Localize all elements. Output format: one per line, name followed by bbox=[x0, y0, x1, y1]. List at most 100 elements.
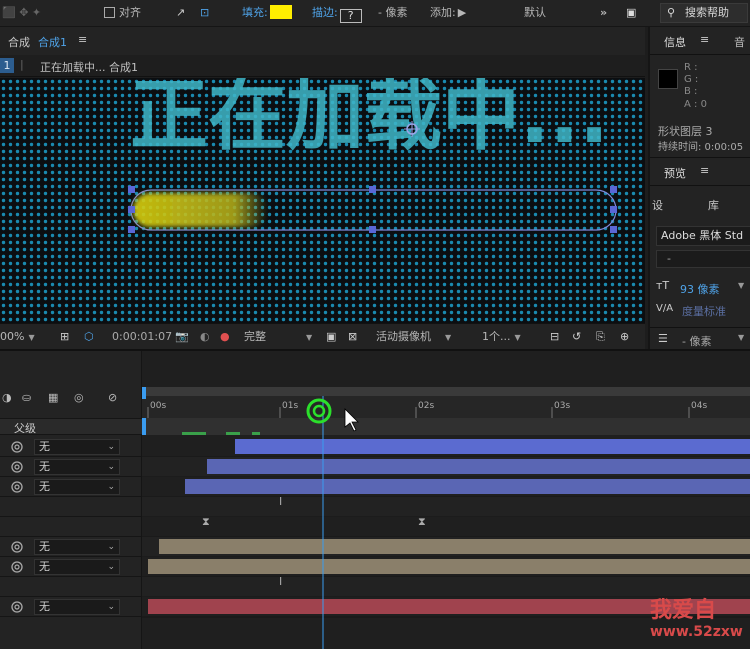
layer-row[interactable]: 无 ⌄ bbox=[0, 557, 142, 577]
parent-dropdown[interactable]: 无 ⌄ bbox=[34, 459, 120, 475]
layer-row[interactable] bbox=[0, 517, 142, 537]
comp-panel-menu-icon[interactable]: ≡ bbox=[78, 33, 87, 46]
pick-whip-icon[interactable] bbox=[10, 480, 24, 494]
work-area-bar[interactable] bbox=[142, 387, 750, 396]
font-size-value[interactable]: 93 像素 bbox=[680, 281, 720, 297]
layer-row[interactable]: 无 ⌄ bbox=[0, 537, 142, 557]
pick-whip-icon[interactable] bbox=[10, 460, 24, 474]
layer-duration-bar[interactable] bbox=[185, 479, 750, 494]
parent-value: 无 bbox=[39, 460, 50, 473]
comp-tab-name[interactable]: 合成1 bbox=[38, 34, 67, 50]
info-panel-menu-icon[interactable]: ≡ bbox=[700, 33, 709, 46]
composition-flowchart-icon[interactable]: ⊘ bbox=[108, 391, 117, 404]
reset-exposure-icon[interactable]: ↺ bbox=[572, 329, 581, 345]
layer-row[interactable] bbox=[0, 577, 142, 597]
graph-editor-icon[interactable]: ◎ bbox=[74, 391, 84, 404]
snap-grid-icon[interactable]: ⊡ bbox=[200, 5, 209, 21]
stroke-width-field[interactable]: - 像素 bbox=[682, 333, 711, 349]
views-dropdown[interactable]: 1个... ▼ bbox=[482, 329, 521, 345]
timecode[interactable]: 0:00:01:07 bbox=[112, 329, 172, 345]
layout-icon[interactable]: ⊟ bbox=[550, 329, 559, 345]
safe-zone-icon[interactable]: ⊞ bbox=[60, 329, 69, 345]
chevron-down-icon[interactable]: ▼ bbox=[738, 333, 744, 342]
pick-whip-icon[interactable] bbox=[10, 600, 24, 614]
layer-duration-bar[interactable] bbox=[159, 539, 750, 554]
layer-row[interactable]: 无 ⌄ bbox=[0, 457, 142, 477]
align-checkbox[interactable]: 对齐 bbox=[104, 5, 141, 21]
parent-dropdown[interactable]: 无 ⌄ bbox=[34, 479, 120, 495]
libraries-panel-tab[interactable]: 库 bbox=[708, 197, 719, 213]
fill-swatch[interactable] bbox=[269, 5, 292, 19]
layer-row[interactable] bbox=[0, 497, 142, 517]
preview-panel-title[interactable]: 预览 bbox=[664, 165, 686, 181]
workspace-toggle-icon[interactable]: ▣ bbox=[626, 5, 636, 21]
time-ruler[interactable] bbox=[142, 396, 750, 418]
flowchart-icon[interactable]: ⊕ bbox=[620, 329, 629, 345]
snap-icon[interactable]: ↗ bbox=[176, 5, 185, 21]
parent-dropdown[interactable]: 无 ⌄ bbox=[34, 559, 120, 575]
info-panel-title[interactable]: 信息 bbox=[664, 34, 686, 50]
character-panel-tab[interactable]: 设 bbox=[652, 197, 663, 213]
font-style-dropdown[interactable]: - bbox=[656, 250, 750, 268]
snapshot-icon[interactable]: 📷 bbox=[175, 329, 189, 345]
search-help-input[interactable]: ⚲ 搜索帮助 bbox=[660, 3, 748, 23]
pick-whip-icon[interactable] bbox=[10, 560, 24, 574]
audio-panel-tab[interactable]: 音 bbox=[734, 34, 745, 50]
viewer-canvas[interactable]: 正在加载中... bbox=[0, 78, 645, 323]
stroke-width-value[interactable]: - 像素 bbox=[378, 5, 407, 21]
camera-dropdown[interactable]: 活动摄像机 ▼ bbox=[376, 329, 451, 345]
parent-dropdown[interactable]: 无 ⌄ bbox=[34, 539, 120, 555]
layer-duration-bar[interactable] bbox=[207, 459, 750, 474]
composition-viewer[interactable]: 正在加载中... bbox=[0, 78, 645, 323]
font-family-dropdown[interactable]: Adobe 黑体 Std bbox=[656, 226, 750, 246]
workspace-overflow-button[interactable]: » bbox=[600, 5, 607, 21]
navigator-start-marker[interactable] bbox=[142, 418, 146, 435]
preview-panel-menu-icon[interactable]: ≡ bbox=[700, 164, 709, 177]
keyframe-marker[interactable]: ⧗ bbox=[418, 515, 426, 528]
fast-preview-icon[interactable]: ⎘ bbox=[596, 329, 605, 345]
pick-whip-icon[interactable] bbox=[10, 440, 24, 454]
breadcrumb-index[interactable]: 1 bbox=[0, 58, 14, 73]
resolution-dropdown[interactable]: 完整 ▼ bbox=[244, 329, 312, 345]
stroke-swatch[interactable]: ? bbox=[339, 9, 362, 23]
pick-whip-icon[interactable] bbox=[10, 540, 24, 554]
kerning-value[interactable]: 度量标准 bbox=[682, 303, 726, 319]
parent-dropdown[interactable]: 无 ⌄ bbox=[34, 599, 120, 615]
fill-control[interactable]: 填充: bbox=[242, 5, 292, 21]
layer-duration-bar[interactable] bbox=[148, 559, 750, 574]
add-control[interactable]: 添加: ▶ bbox=[430, 5, 466, 21]
layer-row[interactable]: 无 ⌄ bbox=[0, 437, 142, 457]
transparency-grid-icon[interactable]: ⊠ bbox=[348, 329, 357, 345]
timeline-switches-bar: ◑ ⛀ ▦ ◎ ⊘ bbox=[0, 387, 142, 409]
chevron-down-icon[interactable]: ▼ bbox=[738, 281, 744, 290]
work-area-start-marker[interactable] bbox=[142, 387, 146, 399]
region-of-interest-icon[interactable]: ▣ bbox=[326, 329, 336, 345]
cache-indicator bbox=[252, 432, 260, 435]
add-arrow-icon[interactable]: ▶ bbox=[458, 6, 466, 19]
stroke-control[interactable]: 描边:? bbox=[312, 5, 362, 23]
panel-divider bbox=[650, 327, 750, 328]
chevron-down-icon: ▼ bbox=[514, 333, 521, 342]
info-duration: 持续时间: 0:00:05 bbox=[658, 142, 744, 153]
ruler-label: 00s bbox=[150, 401, 166, 411]
mask-toggle-icon[interactable]: ⬡ bbox=[84, 329, 94, 345]
layer-row[interactable]: 无 ⌄ bbox=[0, 477, 142, 497]
workspace-default[interactable]: 默认 bbox=[524, 5, 546, 21]
keyframe-marker[interactable]: ⧗ bbox=[202, 515, 210, 528]
layer-row[interactable]: 无 ⌄ bbox=[0, 597, 142, 617]
motion-blur-icon[interactable]: ▦ bbox=[48, 391, 58, 404]
keyframe-marker[interactable]: I bbox=[279, 575, 282, 588]
zoom-dropdown[interactable]: 00% ▼ bbox=[0, 329, 35, 345]
ruler-label: 01s bbox=[282, 401, 298, 411]
frame-blending-icon[interactable]: ⛀ bbox=[22, 391, 31, 404]
parent-header-label: 父级 bbox=[14, 422, 36, 435]
keyframe-marker[interactable]: I bbox=[279, 495, 282, 508]
color-channel-icon[interactable]: ● bbox=[220, 329, 230, 345]
breadcrumb-text[interactable]: 正在加载中... 合成1 bbox=[40, 59, 138, 75]
show-snapshot-icon[interactable]: ◐ bbox=[200, 329, 210, 345]
tool-icons-left[interactable]: ⬛ ✥ ✦ bbox=[2, 5, 41, 21]
shy-icon[interactable]: ◑ bbox=[2, 391, 12, 404]
parent-dropdown[interactable]: 无 ⌄ bbox=[34, 439, 120, 455]
timeline-panel: ◑ ⛀ ▦ ◎ ⊘ 父级 无 ⌄ 无 ⌄ 无 ⌄ 无 ⌄ 无 ⌄ 无 ⌄ 00s 01s 02s 03s 04… bbox=[0, 349, 750, 649]
layer-duration-bar[interactable] bbox=[235, 439, 750, 454]
